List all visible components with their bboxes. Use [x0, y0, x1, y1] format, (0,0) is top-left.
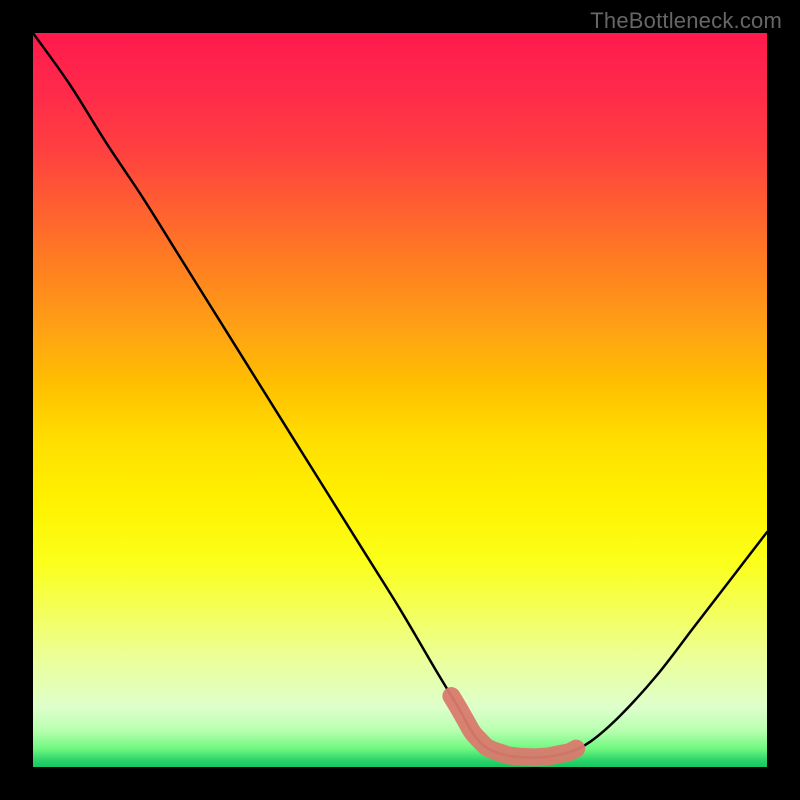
watermark-text: TheBottleneck.com — [590, 8, 782, 34]
curve-layer — [33, 33, 767, 767]
bottleneck-curve — [33, 33, 767, 758]
optimal-range-marker — [451, 696, 576, 757]
chart-stage: TheBottleneck.com — [0, 0, 800, 800]
plot-area — [33, 33, 767, 767]
